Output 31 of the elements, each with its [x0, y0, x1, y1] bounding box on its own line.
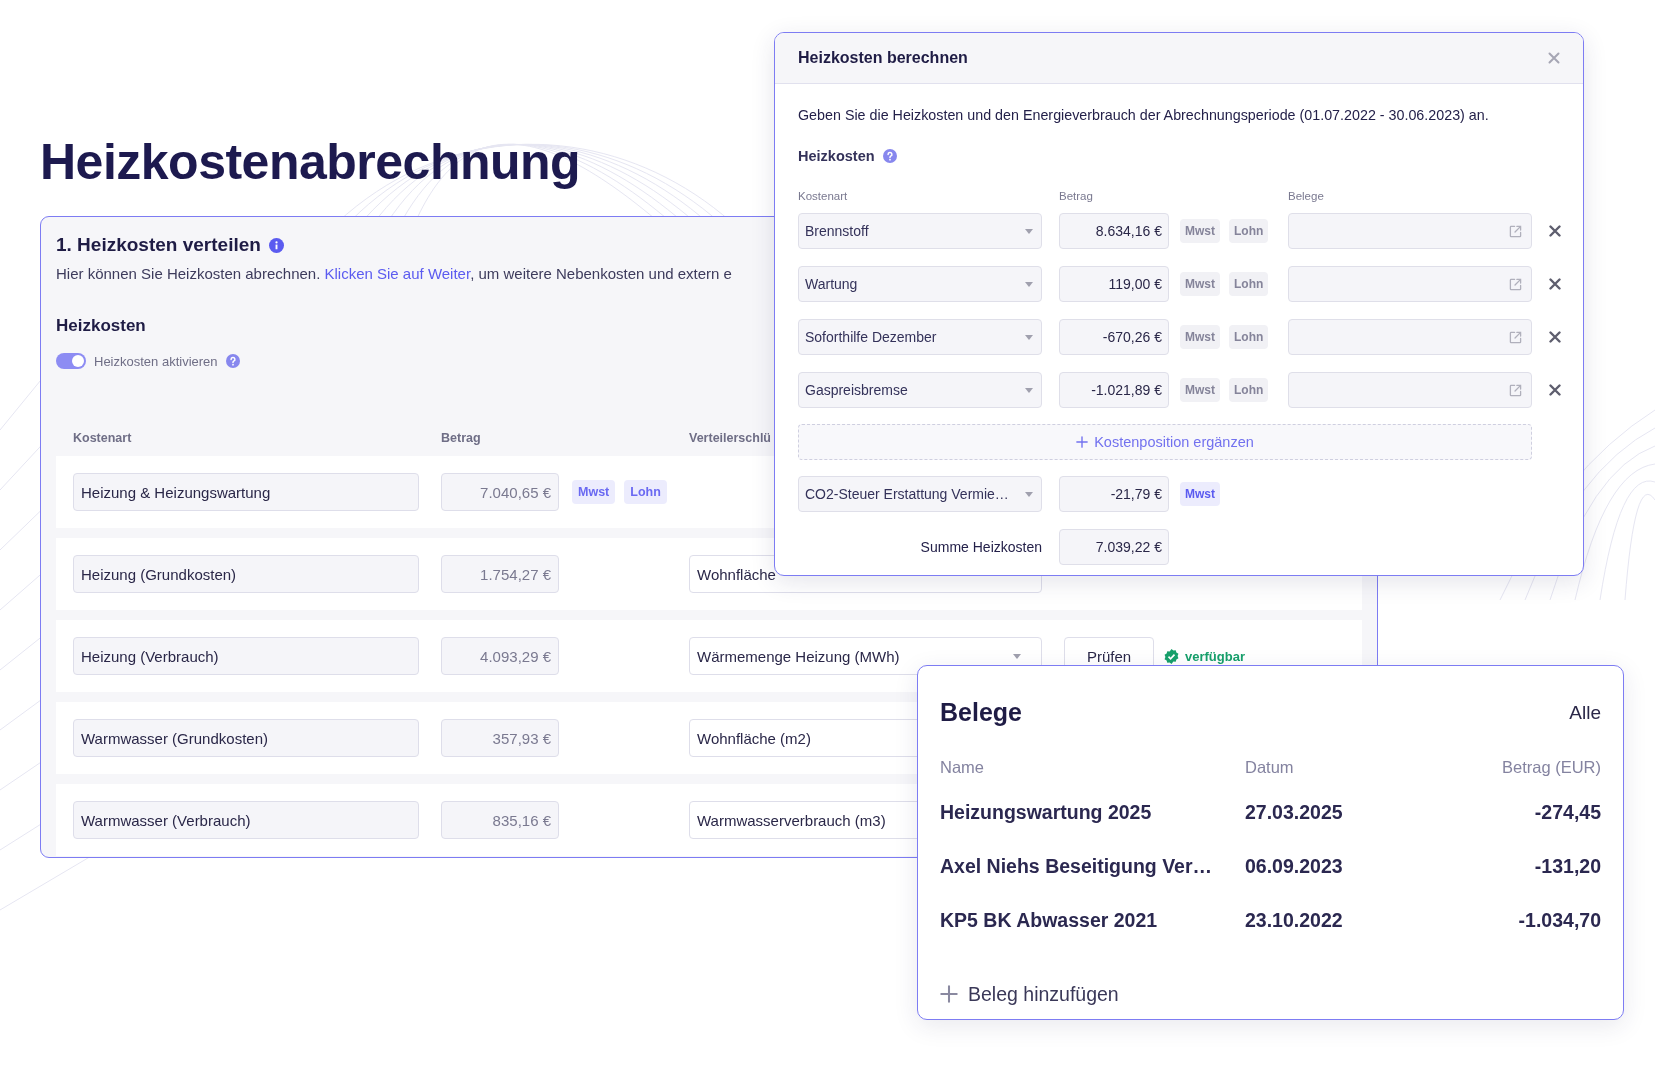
- sum-field: 7.039,22 €: [1059, 529, 1169, 565]
- receipt-amount: -1.034,70: [1518, 908, 1601, 932]
- select-value: Wärmemenge Heizung (MWh): [697, 647, 900, 665]
- section-title: Heizkosten: [798, 148, 875, 164]
- sum-label: Summe Heizkosten: [919, 539, 1042, 555]
- receipt-amount: -274,45: [1534, 800, 1601, 824]
- column-header: Betrag: [441, 431, 481, 445]
- receipt-date: 23.10.2022: [1245, 908, 1344, 932]
- card-title: 1. Heizkosten verteilen: [56, 234, 261, 256]
- column-header: Kostenart: [73, 431, 132, 445]
- select-value: Wartung: [805, 276, 858, 292]
- column-header: Betrag: [1059, 190, 1093, 202]
- receipt-date: 06.09.2023: [1245, 854, 1344, 878]
- page-title: Heizkostenabrechnung: [40, 133, 581, 192]
- column-header: Verteilerschlü: [689, 431, 771, 445]
- column-header: Datum: [1245, 757, 1295, 777]
- select-value: Brennstoff: [805, 223, 869, 239]
- receipt-amount: -131,20: [1534, 854, 1601, 878]
- column-header: Betrag (EUR): [1501, 757, 1601, 777]
- column-header: Kostenart: [798, 190, 848, 202]
- toggle-label: Heizkosten aktivieren: [94, 353, 218, 369]
- section-title: Heizkosten: [56, 316, 146, 336]
- receipt-date: 27.03.2025: [1245, 800, 1344, 824]
- dialog-title: Heizkosten berechnen: [798, 49, 968, 67]
- column-header: Name: [940, 757, 985, 777]
- dialog-description: Geben Sie die Heizkosten und den Energieverbrauch der Abrechnungsperiode (01.07.2022 - 30.06.2023) an.: [798, 107, 1490, 123]
- select-value: Gaspreisbremse: [805, 382, 908, 398]
- column-header: Belege: [1288, 190, 1324, 202]
- status-text: verfügbar: [1185, 648, 1245, 664]
- select-value: CO2-Steuer Erstattung Vermie…: [805, 486, 1009, 502]
- select-value: Soforthilfe Dezember: [805, 329, 937, 345]
